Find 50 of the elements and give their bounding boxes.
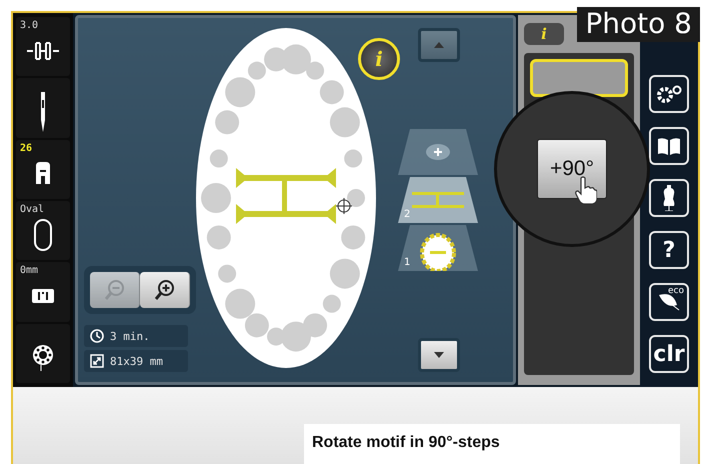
feed-dog-icon	[32, 288, 54, 303]
sidebar-button[interactable]	[16, 78, 70, 138]
info-button[interactable]: i	[358, 38, 400, 80]
zoom-out-icon	[104, 279, 126, 301]
layer-number: 1	[404, 257, 410, 268]
eco-label: eco	[668, 286, 684, 296]
sidebar-button[interactable]: 3.0	[16, 17, 70, 76]
resize-icon	[90, 354, 104, 368]
sidebar-button[interactable]: 0mm	[16, 262, 70, 322]
presser-foot-icon	[34, 162, 52, 184]
settings-button[interactable]	[649, 75, 689, 113]
zoom-in-icon	[154, 279, 176, 301]
zoom-in-button[interactable]	[140, 272, 190, 308]
bobbin-icon	[31, 343, 55, 372]
clock-icon	[90, 329, 104, 343]
photo-label: Photo 8	[577, 7, 700, 42]
sidebar-button[interactable]: Oval	[16, 200, 70, 260]
sidebar-button[interactable]: 26	[16, 140, 70, 199]
needle-icon	[38, 92, 48, 132]
info-text: 3 min.	[110, 330, 150, 342]
layer-number: 2	[404, 209, 410, 220]
layer[interactable]: 1	[398, 225, 478, 271]
plus-icon	[426, 144, 450, 160]
toolbar-button[interactable]: ?	[649, 231, 689, 269]
down-arrow-icon	[434, 352, 444, 358]
leaf-icon	[658, 293, 680, 311]
info-text: 81x39 mm	[110, 354, 163, 368]
scroll-down-button[interactable]	[418, 338, 460, 372]
sidebar-label: 3.0	[20, 20, 38, 31]
sidebar-label: Oval	[20, 204, 44, 215]
rotate-button[interactable]: +90°	[537, 139, 607, 199]
toolbar-button[interactable]: clr	[649, 335, 689, 373]
scroll-up-button[interactable]	[418, 28, 460, 62]
selected-item-button[interactable]	[530, 59, 628, 97]
eco-button[interactable]: eco	[649, 283, 689, 321]
sidebar-label: 26	[20, 142, 32, 154]
sidebar-label: 0mm	[20, 265, 38, 276]
hand-pointer-icon	[575, 176, 597, 204]
book-icon	[657, 137, 681, 155]
consultant-button[interactable]	[649, 179, 689, 217]
up-arrow-icon	[434, 42, 444, 48]
oval-hoop-icon	[33, 218, 53, 251]
sidebar-button[interactable]	[16, 324, 70, 383]
settings-icon	[655, 84, 683, 104]
stitch-icon	[26, 40, 60, 62]
dress-form-icon	[662, 185, 676, 211]
info-tab[interactable]: i	[524, 23, 564, 45]
crosshair-icon	[336, 198, 352, 214]
caption: Rotate motif in 90°-steps	[304, 424, 680, 464]
tutorial-button[interactable]	[649, 127, 689, 165]
